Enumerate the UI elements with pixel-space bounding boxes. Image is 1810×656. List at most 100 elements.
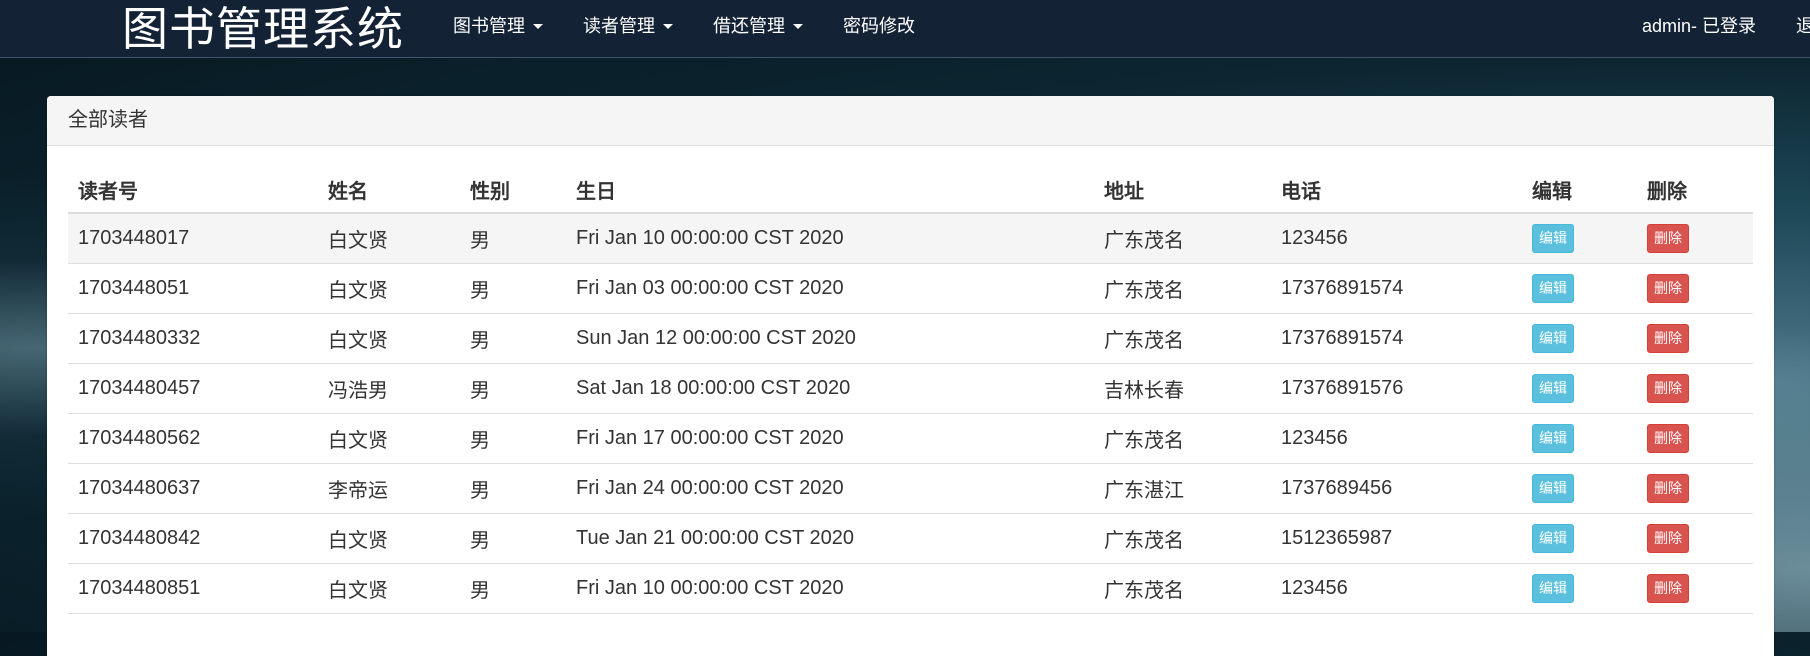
gender-cell: 男 — [460, 263, 566, 314]
birthday-cell: Fri Jan 24 00:00:00 CST 2020 — [566, 463, 1094, 514]
delete-cell: 删除 — [1637, 513, 1753, 564]
delete-cell: 删除 — [1637, 313, 1753, 364]
readers-panel: 全部读者 读者号 姓名 性别 生日 地址 电话 编辑 删除 1703448017… — [47, 96, 1774, 656]
gender-cell: 男 — [460, 513, 566, 564]
birthday-cell: Tue Jan 21 00:00:00 CST 2020 — [566, 513, 1094, 564]
phone-cell: 1512365987 — [1271, 513, 1522, 564]
nav-label: 借还管理 — [713, 16, 785, 36]
delete-button[interactable]: 删除 — [1647, 424, 1689, 453]
table-row: 17034480851 白文贤男 Fri Jan 10 00:00:00 CST 2… — [68, 563, 1753, 614]
phone-cell: 17376891576 — [1271, 363, 1522, 414]
nav-label: 图书管理 — [453, 16, 525, 36]
nav-label: 读者管理 — [583, 16, 655, 36]
edit-button[interactable]: 编辑 — [1532, 374, 1574, 403]
column-header: 地址 — [1094, 166, 1271, 214]
table-body: 1703448017 白文贤男 Fri Jan 10 00:00:00 CST 20… — [68, 213, 1753, 614]
edit-cell: 编辑 — [1522, 213, 1637, 264]
edit-button[interactable]: 编辑 — [1532, 274, 1574, 303]
nav-change-password[interactable]: 密码修改 — [843, 12, 915, 38]
caret-down-icon — [663, 23, 673, 29]
reader-id-cell: 17034480637 — [68, 463, 318, 514]
name-cell: 李帝运 — [318, 463, 460, 514]
nav-borrow-management[interactable]: 借还管理 — [713, 12, 803, 38]
readers-table: 读者号 姓名 性别 生日 地址 电话 编辑 删除 1703448017 白文贤男 F… — [68, 166, 1753, 614]
birthday-cell: Fri Jan 10 00:00:00 CST 2020 — [566, 563, 1094, 614]
address-cell: 广东茂名 — [1094, 413, 1271, 464]
delete-button[interactable]: 删除 — [1647, 474, 1689, 503]
logout-link[interactable]: 退出 — [1796, 12, 1810, 38]
panel-title: 全部读者 — [47, 96, 1774, 146]
reader-id-cell: 17034480457 — [68, 363, 318, 414]
nav-right: admin- 已登录 退出 — [1642, 0, 1810, 50]
column-header: 编辑 — [1522, 166, 1637, 214]
birthday-cell: Fri Jan 03 00:00:00 CST 2020 — [566, 263, 1094, 314]
edit-cell: 编辑 — [1522, 313, 1637, 364]
column-header: 电话 — [1271, 166, 1522, 214]
address-cell: 广东茂名 — [1094, 213, 1271, 264]
phone-cell: 123456 — [1271, 413, 1522, 464]
gender-cell: 男 — [460, 563, 566, 614]
edit-cell: 编辑 — [1522, 463, 1637, 514]
delete-cell: 删除 — [1637, 263, 1753, 314]
column-header: 姓名 — [318, 166, 460, 214]
delete-cell: 删除 — [1637, 213, 1753, 264]
gender-cell: 男 — [460, 413, 566, 464]
delete-cell: 删除 — [1637, 563, 1753, 614]
edit-button[interactable]: 编辑 — [1532, 474, 1574, 503]
delete-button[interactable]: 删除 — [1647, 274, 1689, 303]
column-header: 生日 — [566, 166, 1094, 214]
edit-button[interactable]: 编辑 — [1532, 224, 1574, 253]
birthday-cell: Sun Jan 12 00:00:00 CST 2020 — [566, 313, 1094, 364]
delete-button[interactable]: 删除 — [1647, 324, 1689, 353]
edit-button[interactable]: 编辑 — [1532, 574, 1574, 603]
birthday-cell: Fri Jan 17 00:00:00 CST 2020 — [566, 413, 1094, 464]
phone-cell: 1737689456 — [1271, 463, 1522, 514]
reader-id-cell: 17034480332 — [68, 313, 318, 364]
delete-button[interactable]: 删除 — [1647, 524, 1689, 553]
edit-cell: 编辑 — [1522, 563, 1637, 614]
edit-button[interactable]: 编辑 — [1532, 524, 1574, 553]
phone-cell: 17376891574 — [1271, 263, 1522, 314]
delete-cell: 删除 — [1637, 413, 1753, 464]
phone-cell: 123456 — [1271, 563, 1522, 614]
table-row: 17034480457 冯浩男男 Sat Jan 18 00:00:00 CST 2… — [68, 363, 1753, 414]
column-header: 读者号 — [68, 166, 318, 214]
reader-id-cell: 1703448051 — [68, 263, 318, 314]
main-nav: 图书管理 读者管理 借还管理 密码修改 — [453, 0, 955, 50]
gender-cell: 男 — [460, 363, 566, 414]
address-cell: 广东湛江 — [1094, 463, 1271, 514]
edit-button[interactable]: 编辑 — [1532, 324, 1574, 353]
delete-cell: 删除 — [1637, 463, 1753, 514]
gender-cell: 男 — [460, 213, 566, 264]
reader-id-cell: 17034480851 — [68, 563, 318, 614]
column-header: 性别 — [460, 166, 566, 214]
caret-down-icon — [533, 23, 543, 29]
edit-button[interactable]: 编辑 — [1532, 424, 1574, 453]
table-row: 17034480562 白文贤男 Fri Jan 17 00:00:00 CST 2… — [68, 413, 1753, 464]
name-cell: 白文贤 — [318, 413, 460, 464]
address-cell: 广东茂名 — [1094, 263, 1271, 314]
top-navbar: 图书管理系统 图书管理 读者管理 借还管理 密码修改 admin- 已登录 退出 — [0, 0, 1810, 58]
address-cell: 广东茂名 — [1094, 563, 1271, 614]
birthday-cell: Sat Jan 18 00:00:00 CST 2020 — [566, 363, 1094, 414]
app-title: 图书管理系统 — [122, 2, 404, 56]
table-header-row: 读者号 姓名 性别 生日 地址 电话 编辑 删除 — [68, 166, 1753, 214]
address-cell: 广东茂名 — [1094, 513, 1271, 564]
delete-button[interactable]: 删除 — [1647, 374, 1689, 403]
phone-cell: 17376891574 — [1271, 313, 1522, 364]
name-cell: 白文贤 — [318, 563, 460, 614]
table-row: 17034480637 李帝运男 Fri Jan 24 00:00:00 CST 2… — [68, 463, 1753, 514]
caret-down-icon — [793, 23, 803, 29]
nav-reader-management[interactable]: 读者管理 — [583, 12, 673, 38]
delete-button[interactable]: 删除 — [1647, 574, 1689, 603]
gender-cell: 男 — [460, 463, 566, 514]
table-row: 17034480332 白文贤男 Sun Jan 12 00:00:00 CST 2… — [68, 313, 1753, 364]
address-cell: 吉林长春 — [1094, 363, 1271, 414]
name-cell: 白文贤 — [318, 513, 460, 564]
delete-button[interactable]: 删除 — [1647, 224, 1689, 253]
gender-cell: 男 — [460, 313, 566, 364]
nav-book-management[interactable]: 图书管理 — [453, 12, 543, 38]
column-header: 删除 — [1637, 166, 1753, 214]
edit-cell: 编辑 — [1522, 413, 1637, 464]
address-cell: 广东茂名 — [1094, 313, 1271, 364]
